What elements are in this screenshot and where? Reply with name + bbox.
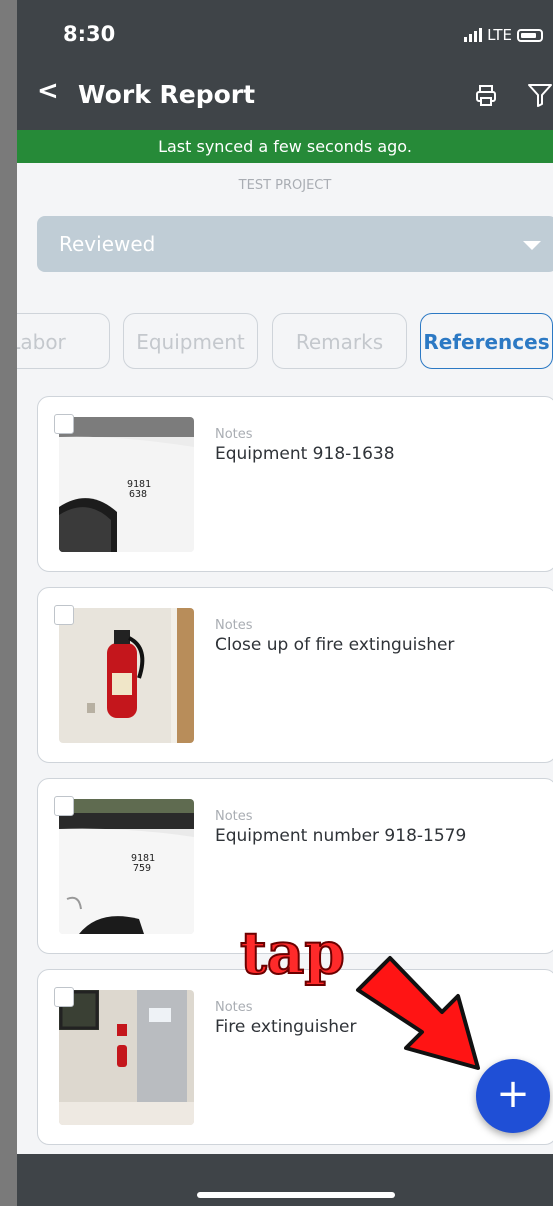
project-name: TEST PROJECT [238, 178, 332, 193]
select-checkbox[interactable] [54, 796, 74, 816]
filter-icon[interactable] [527, 82, 553, 108]
page-title: Work Report [78, 80, 256, 109]
tab-remarks[interactable]: Remarks [272, 313, 407, 369]
reference-photo[interactable] [59, 990, 194, 1125]
sync-banner: Last synced a few seconds ago. [17, 130, 553, 163]
status-dropdown[interactable]: Reviewed [37, 216, 553, 272]
notes-label: Notes [215, 1000, 253, 1015]
top-bar: 8:30 LTE < Work Report [17, 0, 553, 130]
reference-photo[interactable] [59, 608, 194, 743]
tab-references[interactable]: References [420, 313, 553, 369]
svg-text:638: 638 [129, 489, 147, 500]
notes-label: Notes [215, 618, 253, 633]
chevron-down-icon [523, 241, 541, 250]
notes-label: Notes [215, 809, 253, 824]
notes-text: Close up of fire extinguisher [215, 635, 455, 655]
select-checkbox[interactable] [54, 987, 74, 1007]
notes-text: Fire extinguisher [215, 1017, 357, 1037]
status-time: 8:30 [63, 22, 116, 46]
status-indicators: LTE [464, 26, 543, 44]
tab-labor[interactable]: Labor [17, 313, 110, 369]
reference-photo[interactable]: 9181 759 [59, 799, 194, 934]
reference-photo[interactable]: 9181 638 [59, 417, 194, 552]
network-label: LTE [487, 26, 512, 44]
back-button[interactable]: < [37, 78, 59, 104]
bottom-bar [17, 1154, 553, 1206]
status-dropdown-value: Reviewed [59, 232, 156, 256]
arrow-icon [356, 956, 480, 1070]
reference-card[interactable]: 9181 638 Notes Equipment 918-1638 [37, 396, 553, 572]
tap-annotation: tap [239, 919, 346, 987]
reference-card[interactable]: Notes Close up of fire extinguisher [37, 587, 553, 763]
notes-text: Equipment number 918-1579 [215, 826, 467, 846]
select-checkbox[interactable] [54, 414, 74, 434]
home-indicator[interactable] [197, 1192, 395, 1198]
section-tabs: Labor Equipment Remarks References [17, 313, 553, 371]
signal-icon [464, 28, 483, 42]
svg-text:759: 759 [133, 863, 151, 874]
tab-equipment[interactable]: Equipment [123, 313, 258, 369]
add-button[interactable]: + [476, 1059, 550, 1133]
battery-icon [517, 28, 543, 42]
select-checkbox[interactable] [54, 605, 74, 625]
notes-text: Equipment 918-1638 [215, 444, 395, 464]
printer-icon[interactable] [475, 84, 497, 108]
notes-label: Notes [215, 427, 253, 442]
